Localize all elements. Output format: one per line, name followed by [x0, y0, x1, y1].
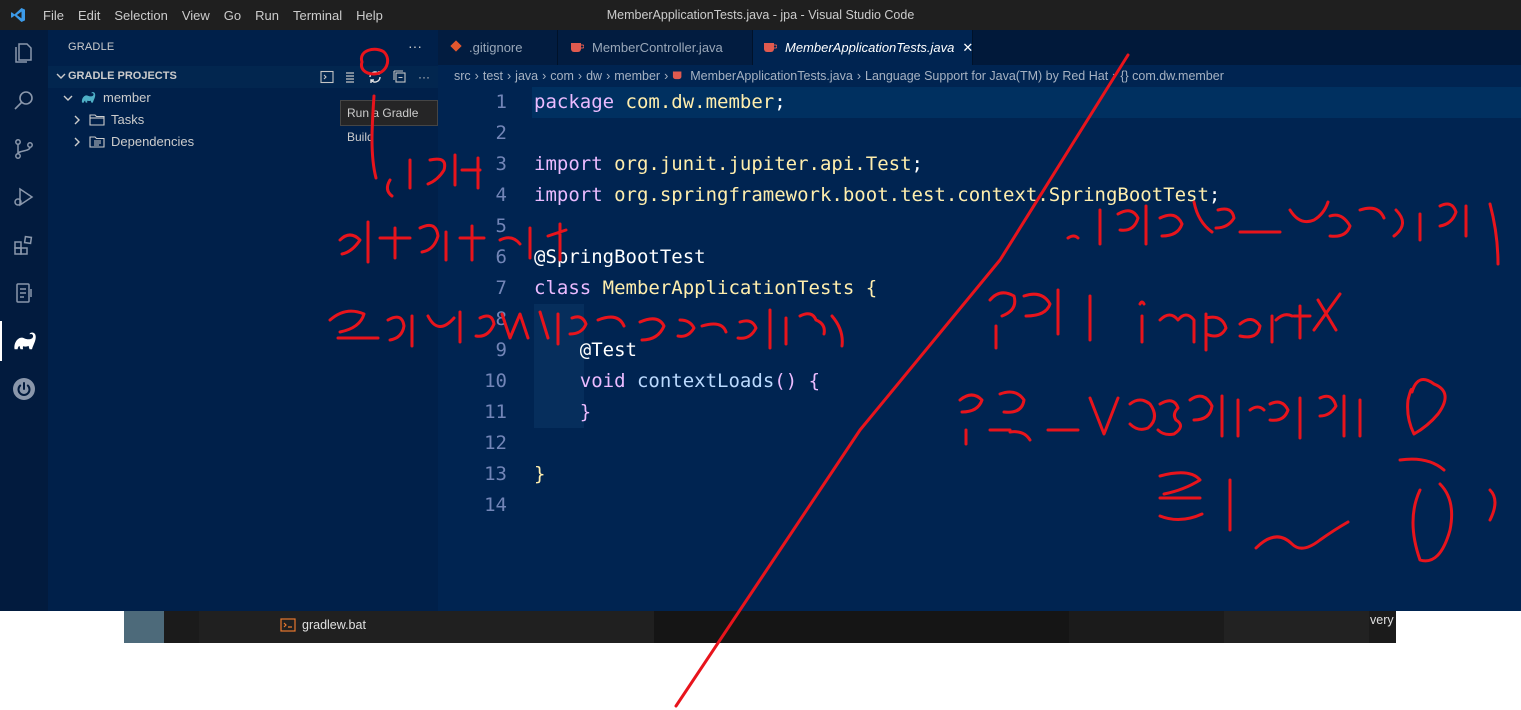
- handwriting: [328, 308, 844, 350]
- circle-highlight: [359, 47, 390, 76]
- handwriting: [958, 378, 1447, 446]
- diagonal-strike: [674, 53, 1130, 708]
- handwriting: [988, 288, 1342, 352]
- handwriting: [1158, 457, 1497, 563]
- handwriting: [1066, 200, 1500, 266]
- arrow-line: [370, 94, 378, 180]
- handwriting: [385, 153, 482, 198]
- handwriting: [338, 220, 568, 264]
- handwritten-annotation: [328, 47, 1500, 708]
